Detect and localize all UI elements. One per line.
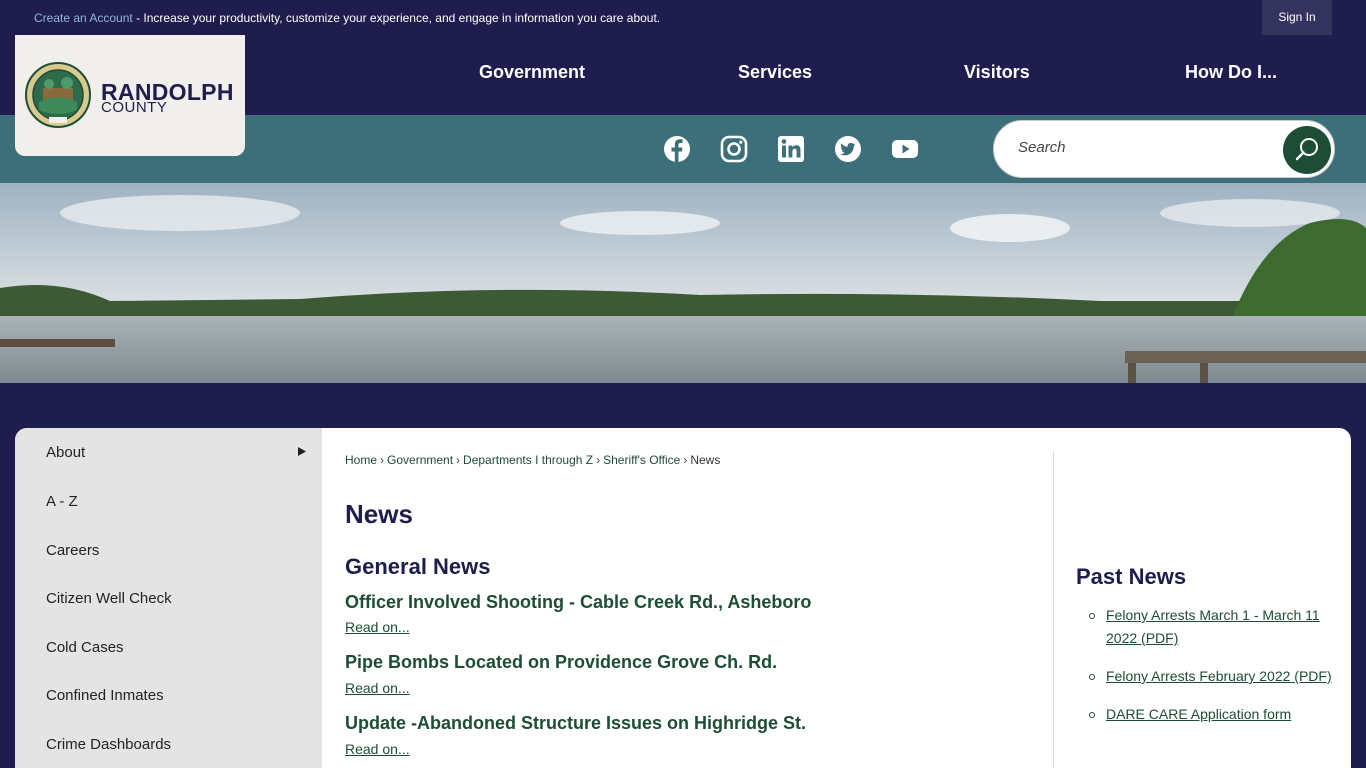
read-on-link[interactable]: Read on...	[345, 619, 410, 635]
sidebar-item-a-z[interactable]: A - Z	[46, 493, 78, 510]
nav-visitors[interactable]: Visitors	[964, 62, 1030, 83]
main-content-card: About A - Z Careers Citizen Well Check C…	[15, 428, 1351, 768]
read-on-link[interactable]: Read on...	[345, 741, 410, 757]
past-news-item[interactable]: Felony Arrests February 2022 (PDF)	[1076, 665, 1336, 688]
youtube-icon[interactable]	[891, 135, 919, 163]
sidebar-item-cold-cases[interactable]: Cold Cases	[46, 639, 124, 656]
county-seal-icon	[25, 62, 91, 128]
past-news-link[interactable]: Felony Arrests February 2022 (PDF)	[1106, 668, 1332, 684]
sign-in-button[interactable]: Sign In	[1262, 0, 1332, 35]
create-account-link[interactable]: Create an Account	[34, 11, 133, 25]
nav-government[interactable]: Government	[479, 62, 585, 83]
read-on-link[interactable]: Read on...	[345, 680, 410, 696]
search-input[interactable]	[1018, 139, 1268, 156]
sidebar-item-about[interactable]: About	[46, 444, 85, 461]
search-icon	[1295, 138, 1318, 161]
breadcrumb-separator: ›	[683, 453, 688, 467]
instagram-icon[interactable]	[720, 135, 748, 163]
nav-how-do-i[interactable]: How Do I...	[1185, 62, 1277, 83]
top-utility-bar: Create an Account - Increase your produc…	[0, 0, 1366, 35]
breadcrumb-departments[interactable]: Departments I through Z	[463, 453, 593, 467]
news-item-title[interactable]: Update -Abandoned Structure Issues on Hi…	[345, 713, 806, 734]
twitter-icon[interactable]	[834, 135, 862, 163]
past-news-item[interactable]: DARE CARE Application form	[1076, 703, 1336, 726]
page-title: News	[345, 499, 413, 529]
sidebar-item-careers[interactable]: Careers	[46, 542, 99, 559]
breadcrumb: Home › Government › Departments I through Z ›…	[345, 453, 720, 467]
lake-scene-image	[0, 183, 1366, 383]
news-item-title[interactable]: Pipe Bombs Located on Providence Grove C…	[345, 652, 777, 673]
search-box	[993, 120, 1335, 178]
sidebar-nav: About A - Z Careers Citizen Well Check C…	[15, 428, 322, 768]
past-news-list: Felony Arrests March 1 - March 11 2022 (…	[1076, 604, 1336, 741]
account-message: Create an Account - Increase your produc…	[34, 11, 660, 25]
bullet-icon	[1089, 613, 1095, 619]
hero-banner-lake	[0, 183, 1366, 383]
news-item-title[interactable]: Officer Involved Shooting - Cable Creek …	[345, 592, 811, 613]
sidebar-item-crime-dashboards[interactable]: Crime Dashboards	[46, 736, 171, 753]
facebook-icon[interactable]	[663, 135, 691, 163]
breadcrumb-separator: ›	[596, 453, 601, 467]
submenu-arrow-icon[interactable]	[298, 447, 306, 456]
county-logo[interactable]: RANDOLPH COUNTY	[15, 35, 245, 156]
past-news-link[interactable]: DARE CARE Application form	[1106, 706, 1291, 722]
past-news-item[interactable]: Felony Arrests March 1 - March 11 2022 (…	[1076, 604, 1336, 650]
past-news-link[interactable]: Felony Arrests March 1 - March 11 2022 (…	[1106, 607, 1320, 646]
breadcrumb-current: News	[690, 453, 721, 467]
breadcrumb-home[interactable]: Home	[345, 453, 377, 467]
breadcrumb-sheriffs-office[interactable]: Sheriff's Office	[603, 453, 680, 467]
bullet-icon	[1089, 712, 1095, 718]
breadcrumb-separator: ›	[380, 453, 385, 467]
logo-name-line2: COUNTY	[101, 99, 168, 116]
nav-services[interactable]: Services	[738, 62, 812, 83]
breadcrumb-separator: ›	[456, 453, 461, 467]
breadcrumb-government[interactable]: Government	[387, 453, 453, 467]
bullet-icon	[1089, 674, 1095, 680]
account-message-text: - Increase your productivity, customize …	[132, 11, 661, 25]
linkedin-icon[interactable]	[777, 135, 805, 163]
search-button[interactable]	[1283, 126, 1331, 174]
section-title: General News	[345, 554, 491, 579]
past-news-title: Past News	[1076, 564, 1187, 589]
sidebar-item-confined-inmates[interactable]: Confined Inmates	[46, 687, 164, 704]
column-divider	[1053, 451, 1054, 768]
sidebar-item-citizen-well-check[interactable]: Citizen Well Check	[46, 590, 172, 607]
